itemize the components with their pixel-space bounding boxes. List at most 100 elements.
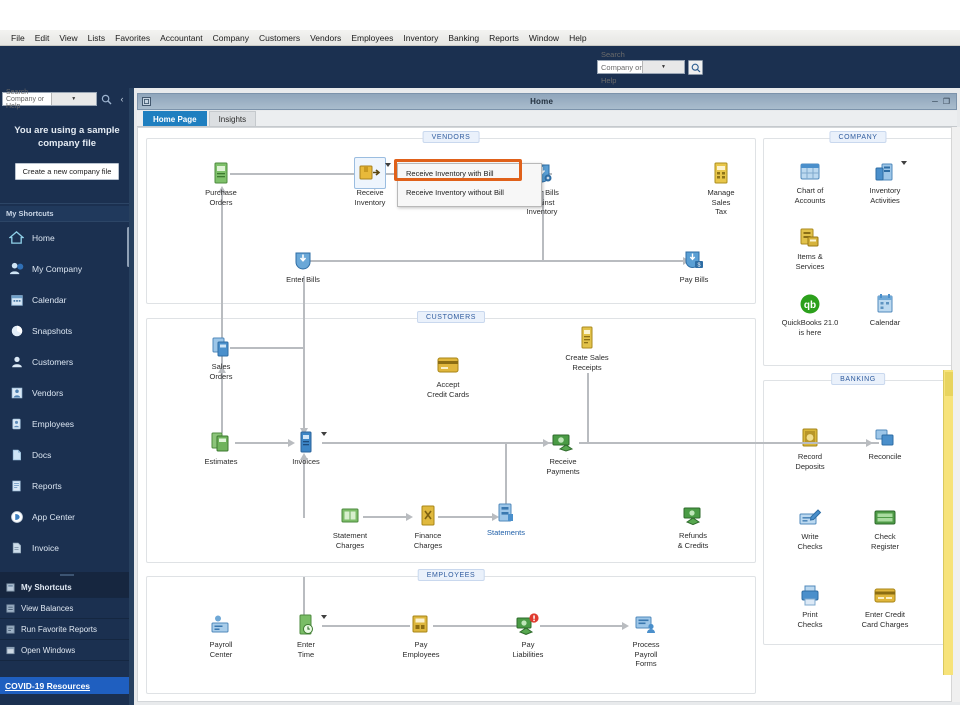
node-check-register[interactable]: Check Register xyxy=(849,506,921,551)
sidebar-item-snapshots[interactable]: Snapshots xyxy=(0,315,134,346)
menu-item-favorites[interactable]: Favorites xyxy=(110,30,155,46)
minimize-icon[interactable]: ─ xyxy=(932,97,938,106)
write-checks-icon xyxy=(774,506,846,530)
node-invoices[interactable]: Invoices xyxy=(269,429,343,467)
sidebar-item-docs[interactable]: Docs xyxy=(0,439,134,470)
sidebar-search-button[interactable] xyxy=(99,91,114,107)
menu-item-vendors[interactable]: Vendors xyxy=(305,30,346,46)
sidebar-panel-view-balances[interactable]: View Balances xyxy=(0,598,134,619)
node-quickbooks-21-is-here[interactable]: qb QuickBooks 21.0 is here xyxy=(774,292,846,337)
sidebar-item-my-company[interactable]: My Company xyxy=(0,253,134,284)
node-accept-credit-cards[interactable]: Accept Credit Cards xyxy=(411,352,485,399)
node-receive-payments[interactable]: Receive Payments xyxy=(526,429,600,476)
window-title-bar: Home ─ ❐ xyxy=(137,93,957,110)
node-inventory-activities[interactable]: Inventory Activities xyxy=(849,160,921,205)
chevron-down-icon[interactable] xyxy=(385,163,391,167)
sidebar-panel-open-windows[interactable]: Open Windows xyxy=(0,640,134,661)
node-pay-liabilities[interactable]: Pay Liabilities xyxy=(491,612,565,659)
node-calendar[interactable]: Calendar xyxy=(849,292,921,328)
menu-item-lists[interactable]: Lists xyxy=(83,30,110,46)
node-record-deposits[interactable]: Record Deposits xyxy=(774,426,846,471)
node-print-checks[interactable]: Print Checks xyxy=(774,584,846,629)
calendar-icon xyxy=(8,291,25,308)
magnifier-icon xyxy=(101,94,112,104)
page-vertical-scrollbar[interactable] xyxy=(943,370,953,675)
menu-item-banking[interactable]: Banking xyxy=(443,30,484,46)
menu-item-view[interactable]: View xyxy=(54,30,82,46)
node-finance-charges[interactable]: Finance Charges xyxy=(391,503,465,550)
dropdown-item-receive-inventory-without-bill[interactable]: Receive Inventory without Bill xyxy=(398,183,541,202)
menu-item-employees[interactable]: Employees xyxy=(346,30,398,46)
chevron-down-icon[interactable] xyxy=(321,615,327,619)
sidebar-item-vendors[interactable]: Vendors xyxy=(0,377,134,408)
sidebar-item-app-center[interactable]: App Center xyxy=(0,501,134,532)
node-payroll-center[interactable]: Payroll Center xyxy=(184,612,258,659)
tab-insights[interactable]: Insights xyxy=(208,111,257,126)
node-estimates[interactable]: Estimates xyxy=(184,429,258,467)
node-pay-bills[interactable]: $ Pay Bills xyxy=(657,247,731,285)
menu-item-reports[interactable]: Reports xyxy=(484,30,524,46)
window-controls: ─ ❐ xyxy=(932,97,956,106)
menu-item-company[interactable]: Company xyxy=(208,30,254,46)
node-pay-employees[interactable]: Pay Employees xyxy=(384,612,458,659)
sidebar-item-reports[interactable]: Reports xyxy=(0,470,134,501)
node-statement-charges[interactable]: Statement Charges xyxy=(313,503,387,550)
top-search-button[interactable] xyxy=(688,60,703,75)
sidebar-item-customers[interactable]: Customers xyxy=(0,346,134,377)
node-label: Purchase Orders xyxy=(205,188,237,207)
piechart-icon xyxy=(8,322,25,339)
node-manage-sales-tax[interactable]: Manage Sales Tax xyxy=(684,160,758,217)
maximize-icon[interactable]: ❐ xyxy=(943,97,950,106)
sidebar-search-input[interactable]: Search Company or Help ▼ xyxy=(2,89,97,110)
node-enter-credit-card-charges[interactable]: Enter Credit Card Charges xyxy=(849,584,921,629)
node-enter-bills[interactable]: Enter Bills xyxy=(266,247,340,285)
appcenter-icon xyxy=(8,508,25,525)
document-icon xyxy=(8,446,25,463)
menu-item-file[interactable]: File xyxy=(6,30,30,46)
menu-item-accountant[interactable]: Accountant xyxy=(155,30,208,46)
node-process-payroll-forms[interactable]: Process Payroll Forms xyxy=(609,612,683,669)
node-items-services[interactable]: Items & Services xyxy=(774,226,846,271)
node-chart-of-accounts[interactable]: Chart of Accounts xyxy=(774,160,846,205)
sidebar-item-invoice[interactable]: Invoice xyxy=(0,532,134,563)
sidebar-item-calendar[interactable]: Calendar xyxy=(0,284,134,315)
sidebar-item-employees[interactable]: Employees xyxy=(0,408,134,439)
menu-item-inventory[interactable]: Inventory xyxy=(398,30,443,46)
dropdown-item-receive-inventory-with-bill[interactable]: Receive Inventory with Bill xyxy=(398,164,541,183)
node-sales-orders[interactable]: Sales Orders xyxy=(184,334,258,381)
sidebar-panel-my-shortcuts[interactable]: My Shortcuts xyxy=(0,577,134,598)
menu-item-window[interactable]: Window xyxy=(524,30,564,46)
node-create-sales-receipts[interactable]: Create Sales Receipts xyxy=(550,325,624,372)
node-label: Calendar xyxy=(869,318,901,327)
receive-inventory-icon xyxy=(333,160,407,186)
node-refunds-credits[interactable]: Refunds & Credits xyxy=(656,503,730,550)
node-label: Receive Inventory xyxy=(354,188,386,207)
chevron-down-icon[interactable]: ▼ xyxy=(642,61,684,73)
sales-tax-icon xyxy=(684,160,758,186)
calendar-icon xyxy=(849,292,921,316)
tab-home-page[interactable]: Home Page xyxy=(143,111,207,126)
node-write-checks[interactable]: Write Checks xyxy=(774,506,846,551)
sidebar-item-home[interactable]: Home xyxy=(0,222,134,253)
chevron-down-icon[interactable] xyxy=(901,161,907,165)
menu-item-edit[interactable]: Edit xyxy=(30,30,55,46)
record-deposits-icon xyxy=(774,426,846,450)
sidebar-panel-run-favorite-reports[interactable]: Run Favorite Reports xyxy=(0,619,134,640)
node-receive-inventory[interactable]: Receive Inventory xyxy=(333,160,407,207)
covid-19-resources-link[interactable]: COVID-19 Resources xyxy=(0,677,134,694)
sales-orders-icon xyxy=(184,334,258,360)
chevron-down-icon[interactable]: ▼ xyxy=(50,93,96,105)
menu-item-customers[interactable]: Customers xyxy=(254,30,305,46)
node-enter-time[interactable]: Enter Time xyxy=(269,612,343,659)
receive-inventory-dropdown-menu[interactable]: Receive Inventory with Bill Receive Inve… xyxy=(397,163,542,207)
sidebar-collapse-button[interactable]: ‹ xyxy=(116,92,128,107)
create-new-company-file-button[interactable]: Create a new company file xyxy=(15,163,119,180)
node-label: Enter Credit Card Charges xyxy=(861,610,909,629)
chevron-down-icon[interactable] xyxy=(321,432,327,436)
top-search-input[interactable]: Search Company or Help ▼ xyxy=(597,50,685,85)
page-scrollbar-thumb[interactable] xyxy=(945,372,953,396)
node-purchase-orders[interactable]: Purchase Orders xyxy=(184,160,258,207)
node-statements[interactable]: Statements xyxy=(469,500,543,538)
window-system-icon[interactable] xyxy=(142,97,151,106)
menu-item-help[interactable]: Help xyxy=(564,30,591,46)
